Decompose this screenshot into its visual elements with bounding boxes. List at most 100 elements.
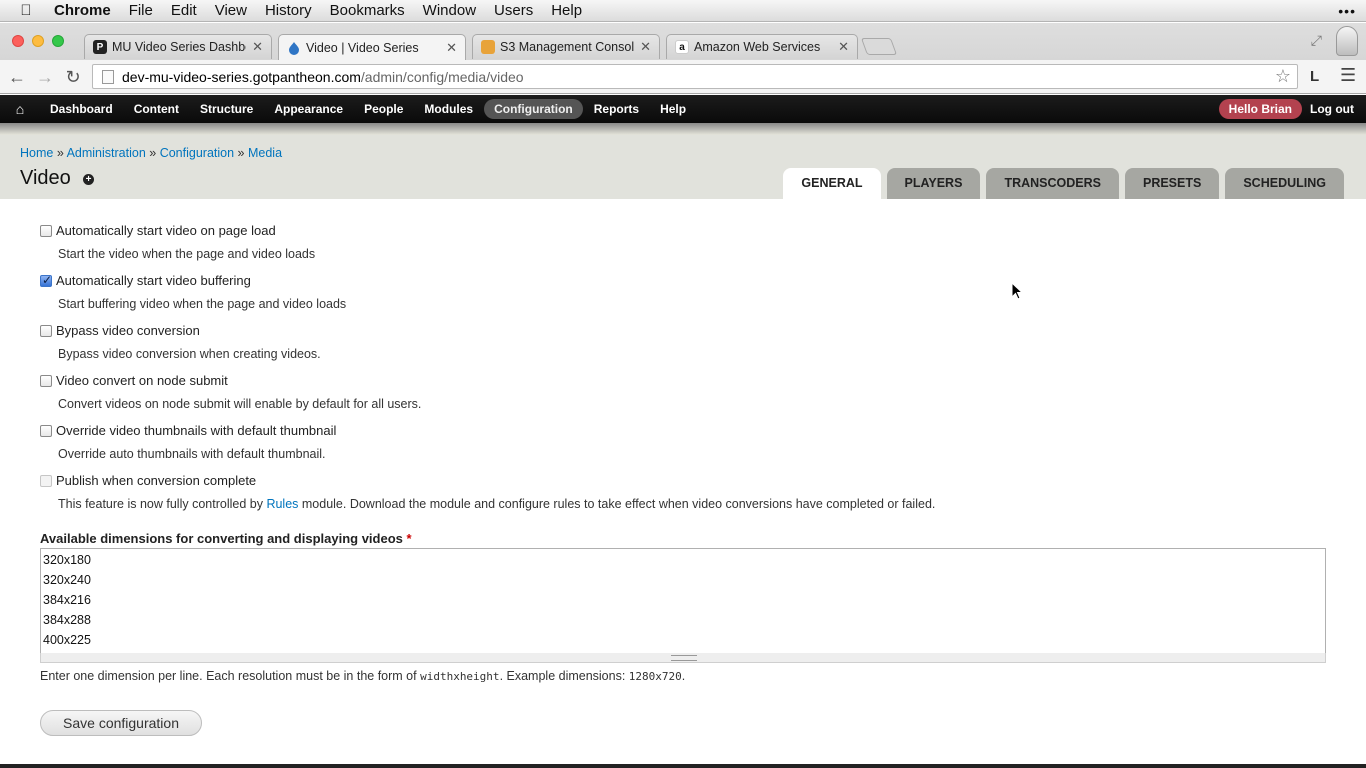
dimension-line: 320x240	[43, 573, 91, 587]
admin-nav-dashboard[interactable]: Dashboard	[40, 99, 123, 119]
page-header: Home » Administration » Configuration » …	[0, 135, 1366, 199]
menu-file[interactable]: File	[120, 0, 162, 22]
menu-history[interactable]: History	[256, 0, 321, 22]
breadcrumb-administration[interactable]: Administration	[67, 146, 146, 160]
profile-extension-label[interactable]: L	[1310, 68, 1319, 85]
add-shortcut-icon[interactable]: +	[83, 174, 94, 185]
page-icon	[102, 69, 114, 84]
admin-nav-content[interactable]: Content	[124, 99, 189, 119]
macos-menu-bar:  Chrome File Edit View History Bookmark…	[0, 0, 1366, 22]
browser-tab-dashboard[interactable]: P MU Video Series Dashboar ✕	[84, 34, 272, 59]
minimize-window-button[interactable]	[32, 35, 44, 47]
admin-nav-structure[interactable]: Structure	[190, 99, 263, 119]
home-icon[interactable]: ⌂	[0, 101, 40, 117]
more-icon[interactable]: •••	[1338, 3, 1366, 19]
breadcrumb-separator: »	[237, 146, 245, 160]
browser-chrome: P MU Video Series Dashboar ✕ Video | Vid…	[0, 23, 1366, 94]
admin-nav-modules[interactable]: Modules	[414, 99, 483, 119]
browser-tab-aws[interactable]: a Amazon Web Services ✕	[666, 34, 858, 59]
bookmark-star-icon[interactable]: ☆	[1275, 66, 1291, 87]
menu-bookmarks[interactable]: Bookmarks	[321, 0, 414, 22]
chrome-menu-icon[interactable]: ☰	[1340, 65, 1356, 86]
admin-nav-configuration[interactable]: Configuration	[484, 99, 583, 119]
admin-toolbar: ⌂ Dashboard Content Structure Appearance…	[0, 95, 1366, 123]
browser-tab-video[interactable]: Video | Video Series ✕	[278, 34, 466, 60]
admin-nav-reports[interactable]: Reports	[584, 99, 649, 119]
tab-general[interactable]: GENERAL	[783, 168, 881, 199]
desc-text: module. Download the module and configur…	[298, 497, 936, 511]
convert-on-submit-checkbox[interactable]	[40, 374, 52, 387]
fullscreen-icon[interactable]: ⤢	[1311, 32, 1322, 49]
menu-window[interactable]: Window	[414, 0, 485, 22]
option-convert-on-submit: Video convert on node submit Convert vid…	[40, 373, 421, 411]
option-label[interactable]: Video convert on node submit	[56, 373, 228, 388]
admin-user-area: Hello Brian Log out	[1218, 99, 1366, 119]
breadcrumb-configuration[interactable]: Configuration	[160, 146, 234, 160]
help-text: . Example dimensions:	[499, 669, 629, 683]
tab-players[interactable]: PLAYERS	[886, 168, 981, 199]
menu-edit[interactable]: Edit	[162, 0, 206, 22]
autobuffering-checkbox[interactable]	[40, 273, 52, 287]
required-marker: *	[406, 531, 412, 546]
rules-module-link[interactable]: Rules	[266, 497, 298, 511]
profile-avatar-icon[interactable]	[1336, 26, 1358, 56]
zoom-window-button[interactable]	[52, 35, 64, 47]
apple-icon[interactable]: 	[0, 2, 52, 19]
toolbar-shadow	[0, 123, 1366, 135]
close-tab-icon[interactable]: ✕	[446, 40, 457, 56]
help-code: 1280x720	[628, 670, 682, 683]
back-icon[interactable]: ←	[5, 65, 29, 89]
option-description: This feature is now fully controlled by …	[58, 497, 935, 511]
forward-icon[interactable]: →	[33, 65, 57, 89]
option-autoplay: Automatically start video on page load S…	[40, 223, 315, 261]
close-tab-icon[interactable]: ✕	[838, 39, 849, 55]
close-window-button[interactable]	[12, 35, 24, 47]
main-content: Automatically start video on page load S…	[0, 199, 1366, 764]
drupal-favicon-icon	[287, 41, 301, 55]
option-label[interactable]: Override video thumbnails with default t…	[56, 423, 336, 438]
option-label[interactable]: Automatically start video buffering	[56, 273, 251, 288]
option-description: Bypass video conversion when creating vi…	[58, 347, 321, 361]
reload-icon[interactable]: ↻	[61, 65, 85, 89]
url-host: dev-mu-video-series.gotpantheon.com	[122, 68, 361, 85]
dimensions-textarea[interactable]: 320x180 320x240 384x216 384x288 400x225	[40, 548, 1326, 654]
aws-box-favicon-icon	[481, 40, 495, 54]
url-text[interactable]: dev-mu-video-series.gotpantheon.com/admi…	[122, 69, 524, 85]
browser-tab-s3[interactable]: S3 Management Console ✕	[472, 34, 660, 59]
admin-nav-people[interactable]: People	[354, 99, 413, 119]
menu-users[interactable]: Users	[485, 0, 542, 22]
logout-link[interactable]: Log out	[1310, 102, 1354, 116]
bypass-conversion-checkbox[interactable]	[40, 324, 52, 337]
close-tab-icon[interactable]: ✕	[252, 39, 263, 55]
tab-presets[interactable]: PRESETS	[1124, 168, 1220, 199]
option-label[interactable]: Automatically start video on page load	[56, 223, 276, 238]
autoplay-checkbox[interactable]	[40, 224, 52, 237]
address-bar[interactable]: dev-mu-video-series.gotpantheon.com/admi…	[92, 64, 1298, 89]
dimension-line: 400x225	[43, 633, 91, 647]
tab-scheduling[interactable]: SCHEDULING	[1225, 168, 1344, 199]
textarea-resize-handle[interactable]	[40, 653, 1326, 663]
admin-nav-appearance[interactable]: Appearance	[264, 99, 353, 119]
breadcrumb-home[interactable]: Home	[20, 146, 53, 160]
new-tab-button[interactable]	[860, 38, 898, 55]
dimensions-label-text: Available dimensions for converting and …	[40, 531, 403, 546]
breadcrumb-media[interactable]: Media	[248, 146, 282, 160]
override-thumbnails-checkbox[interactable]	[40, 424, 52, 437]
save-configuration-button[interactable]: Save configuration	[40, 710, 202, 736]
admin-nav-help[interactable]: Help	[650, 99, 696, 119]
dimension-line: 320x180	[43, 553, 91, 567]
page-tabs: GENERAL PLAYERS TRANSCODERS PRESETS SCHE…	[777, 168, 1344, 199]
menu-view[interactable]: View	[206, 0, 256, 22]
user-greeting-link[interactable]: Hello Brian	[1218, 99, 1303, 119]
amazon-favicon-icon: a	[675, 40, 689, 54]
option-override-thumbnails: Override video thumbnails with default t…	[40, 423, 336, 461]
pantheon-favicon-icon: P	[93, 40, 107, 54]
tab-transcoders[interactable]: TRANSCODERS	[986, 168, 1119, 199]
close-tab-icon[interactable]: ✕	[640, 39, 651, 55]
option-label[interactable]: Bypass video conversion	[56, 323, 200, 338]
menu-app-name[interactable]: Chrome	[52, 0, 120, 22]
option-description: Start the video when the page and video …	[58, 247, 316, 261]
help-text: .	[681, 669, 686, 683]
tab-title: Video | Video Series	[306, 40, 419, 55]
menu-help[interactable]: Help	[542, 0, 591, 22]
